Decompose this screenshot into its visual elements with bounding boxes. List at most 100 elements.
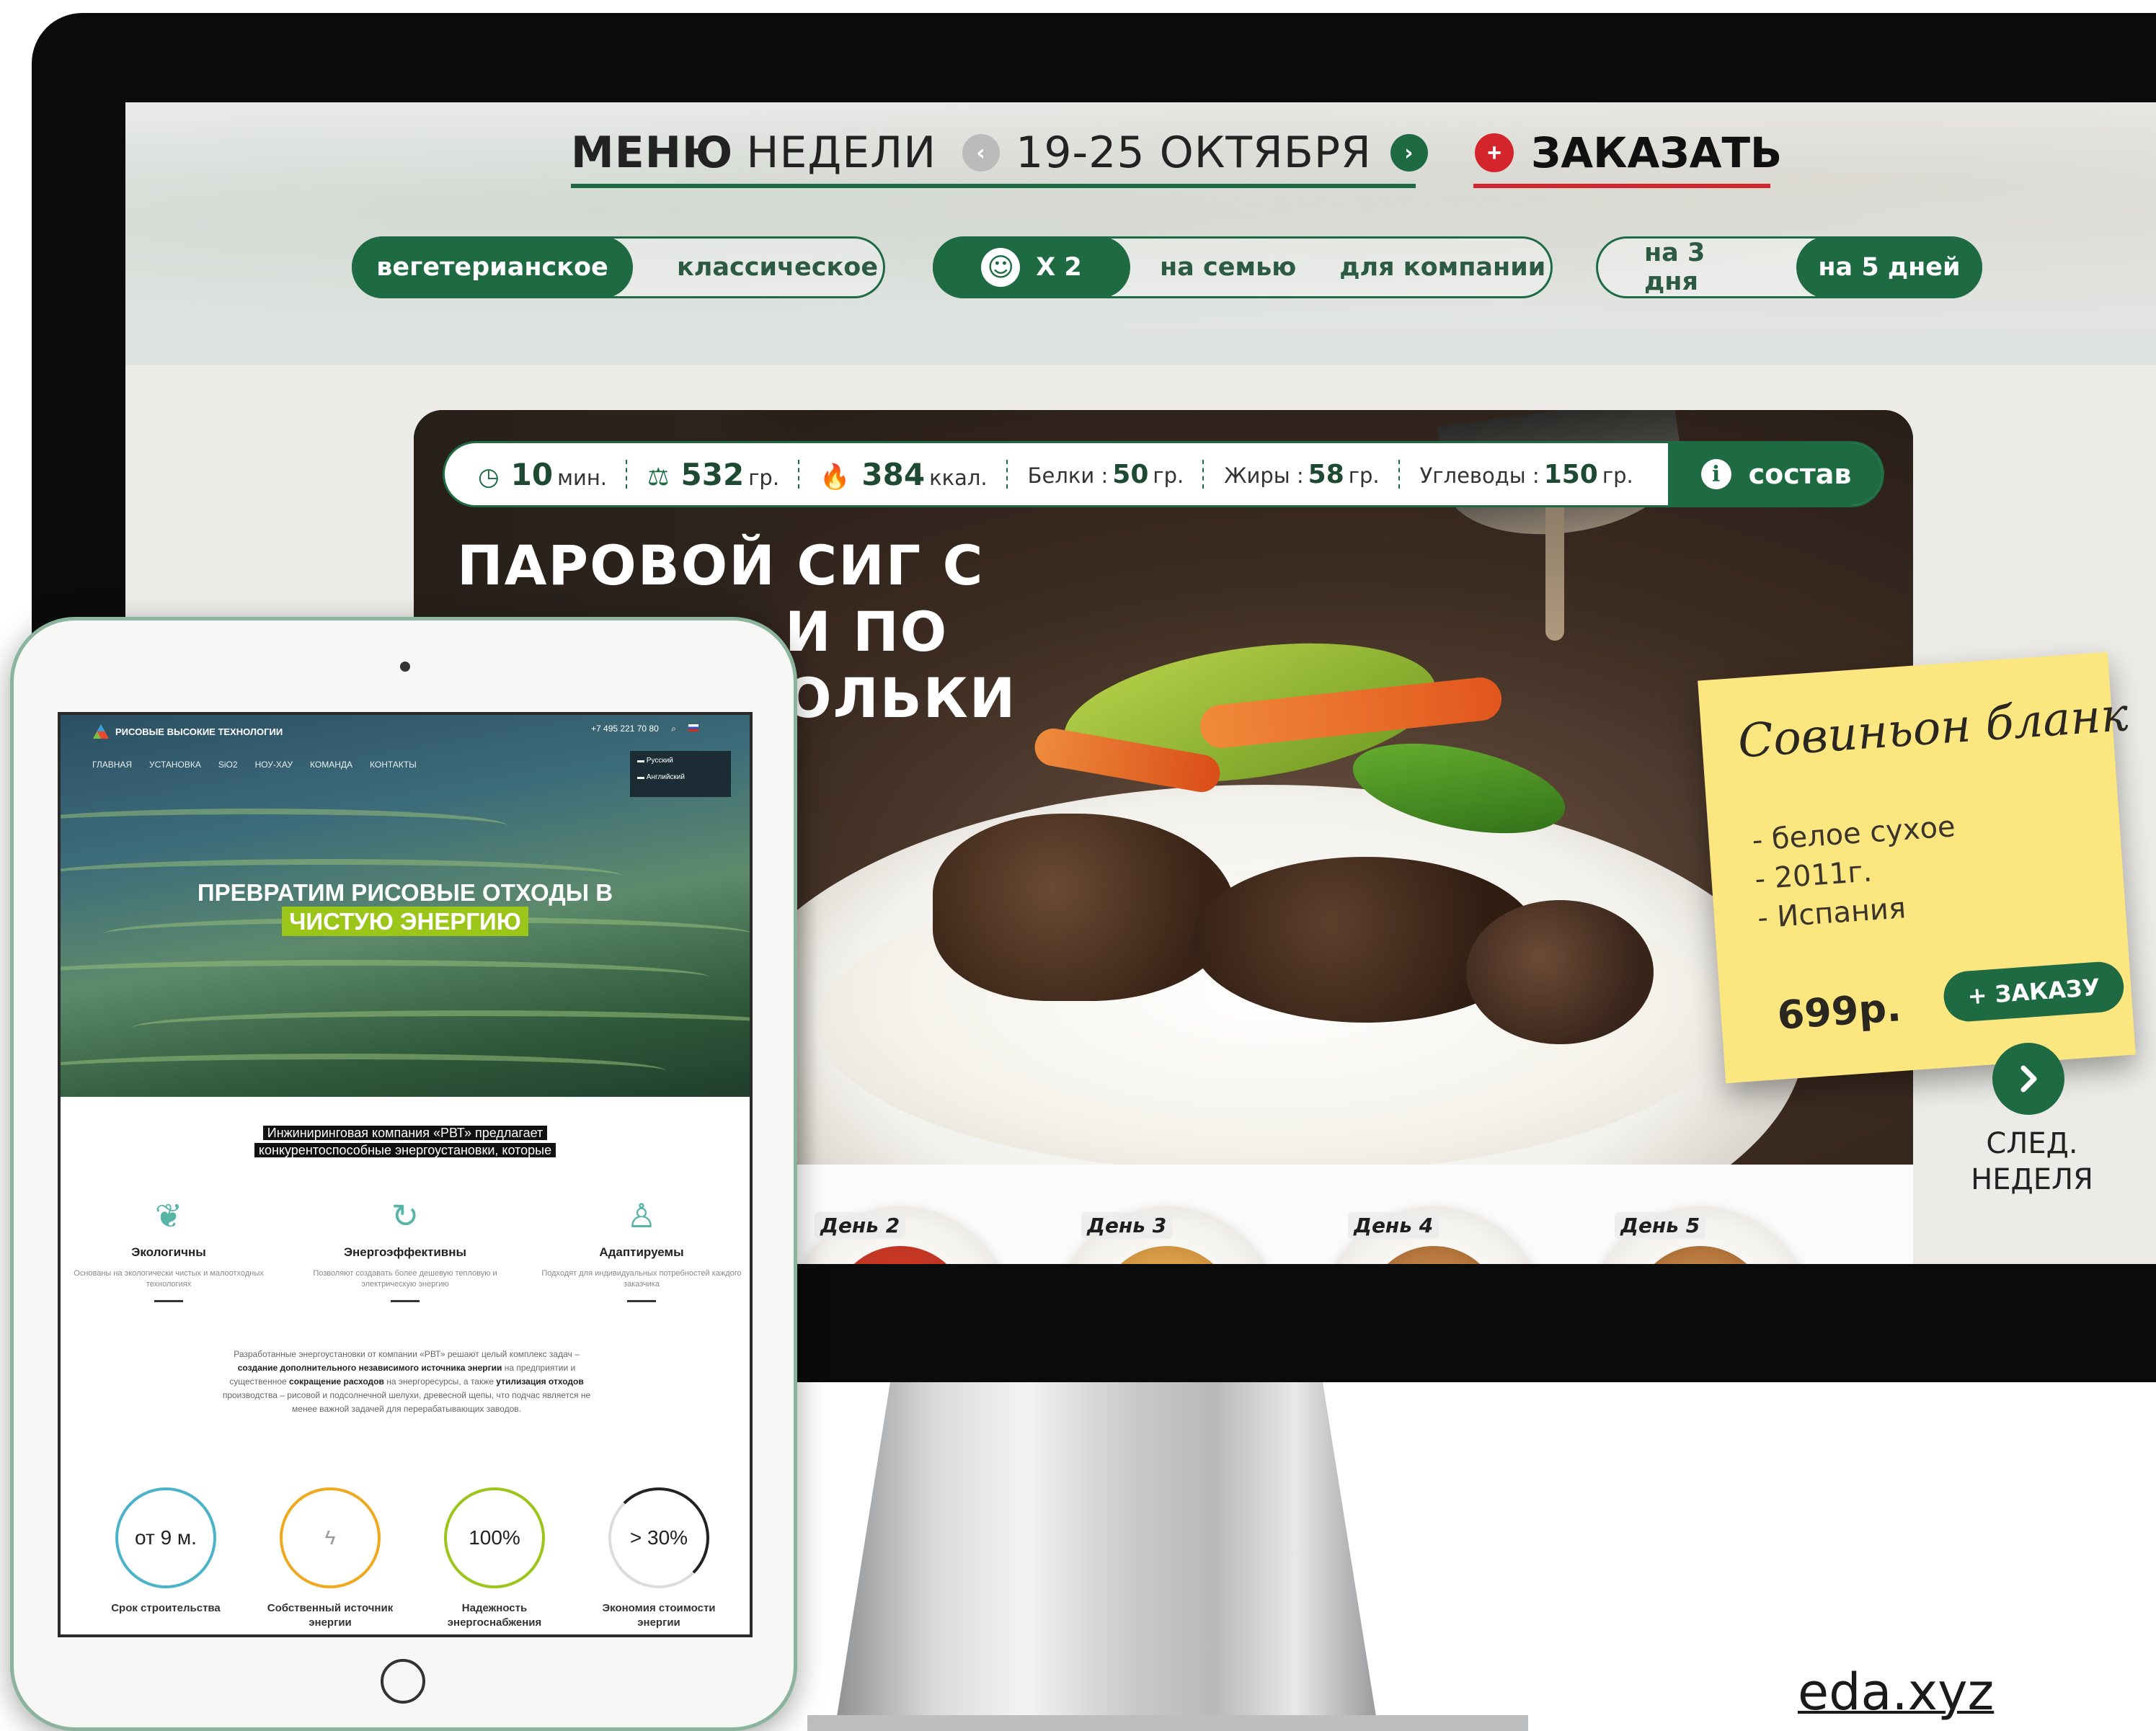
para-bold: создание дополнительного независимого ис… [237,1363,502,1373]
feature-title: Экологичны [131,1245,206,1259]
monitor-stand-base [807,1715,1528,1731]
dish-title-line: ПАРОВОЙ СИГ С [457,533,985,597]
portions-company[interactable]: для компании [1339,253,1545,282]
company-logo[interactable]: РИСОВЫЕ ВЫСОКИЕ ТЕХНОЛОГИИ [92,724,283,739]
plus-icon: + [1475,133,1514,172]
date-range: 19-25 ОКТЯБРЯ [1016,128,1372,178]
monitor-stand [836,1382,1377,1721]
divider [1398,460,1401,489]
divider [798,460,801,489]
feature-divider [391,1300,420,1302]
nav-item[interactable]: ГЛАВНАЯ [92,760,132,770]
feature-adaptive: ♙ Адаптируемы Подходят для индивидуальны… [533,1196,750,1302]
feature-divider [154,1300,183,1302]
carbs-label: Углеводы : [1419,463,1540,488]
week-menu-title: МЕНЮ НЕДЕЛИ ‹ 19-25 ОКТЯБРЯ › [571,124,1428,182]
hero-highlight: ЧИСТУЮ ЭНЕРГИЮ [61,907,750,936]
next-week-label[interactable]: СЛЕД. НЕДЕЛЯ [1942,1126,2122,1198]
stat-ring: > 30% [608,1487,709,1588]
weight-value: 532 [680,456,745,492]
order-label[interactable]: ЗАКАЗАТЬ [1531,124,1782,182]
clock-icon: ◷ [478,462,500,491]
nav-item[interactable]: НОУ-ХАУ [255,760,293,770]
lang-label: Английский [646,773,685,781]
menu-title-underline [571,184,1416,188]
intro-text: Инжиниринговая компания «РВТ» предлагает… [61,1124,750,1159]
composition-label: состав [1748,458,1852,490]
protein-value: 50 [1112,459,1149,489]
company-name: РИСОВЫЕ ВЫСОКИЕ ТЕХНОЛОГИИ [115,726,283,737]
fat-unit: гр. [1348,463,1380,488]
description-paragraph: Разработанные энергоустановки от компани… [219,1348,594,1416]
dish-meat [1466,900,1654,1044]
wine-name: Совиньон бланк [1736,688,2130,769]
duration-3-days[interactable]: на 3 дня [1644,239,1762,296]
nav-item[interactable]: КОНТАКТЫ [370,760,417,770]
order-button[interactable]: + [1475,133,1514,172]
hero-highlight-text: ЧИСТУЮ ЭНЕРГИЮ [282,907,528,936]
phone-number[interactable]: +7 495 221 70 80 ⌕ [591,724,699,734]
lang-option-en[interactable]: ▬ Английский [630,769,731,786]
nav-item[interactable]: КОМАНДА [310,760,352,770]
dish-fat: Жиры : 58 гр. [1224,460,1379,489]
weight-unit: гр. [748,465,780,490]
chevron-right-icon: › [1404,140,1414,166]
recycle-icon: ↻ [391,1197,420,1234]
flag-ru-icon[interactable] [688,724,699,731]
diet-toggle: вегетерианское классическое [352,236,885,298]
feature-title: Адаптируемы [599,1245,684,1259]
portions-family[interactable]: на семью [1160,253,1296,282]
diet-vegetarian[interactable]: вегетерианское [352,236,633,298]
duration-toggle: на 3 дня на 5 дней [1596,236,1982,298]
prev-week-button[interactable]: ‹ [962,134,1001,172]
lang-label: Русский [646,757,673,765]
feature-eco: ❦ Экологичны Основаны на экологически чи… [61,1196,277,1302]
para-bold: утилизация отходов [496,1376,584,1387]
next-week-small-button[interactable]: › [1390,134,1428,172]
portions-x2[interactable]: ☺ X 2 [933,236,1130,298]
add-wine-button[interactable]: + ЗАКАЗУ [1942,960,2126,1023]
divider [626,460,629,489]
stat-caption: Срок строительства [111,1602,221,1614]
protein-label: Белки : [1027,463,1109,488]
next-week-line: СЛЕД. [1986,1127,2078,1160]
carbs-value: 150 [1543,459,1598,489]
portions-toggle: ☺ X 2 на семью для компании [933,236,1553,298]
flame-icon: 🔥 [820,462,851,491]
day-label: День 4 [1348,1212,1439,1239]
chevron-left-icon: ‹ [976,140,986,166]
portions-x2-label: X 2 [1036,253,1082,282]
nav-item[interactable]: УСТАНОВКА [149,760,201,770]
para-text: производства – рисовой и подсолнечной ше… [222,1390,591,1414]
feature-efficient: ↻ Энергоэффективны Позволяют создавать б… [297,1196,513,1302]
person-icon: ♙ [626,1197,657,1234]
stat-value: 100% [469,1526,520,1549]
dish-calories: 🔥 384 ккал. [820,457,988,492]
composition-button[interactable]: i состав [1668,443,1882,505]
fat-value: 58 [1308,459,1344,489]
triangle-logo-icon [93,724,109,739]
hero-title: ПРЕВРАТИМ РИСОВЫЕ ОТХОДЫ В [197,879,613,906]
sauce-drip [1545,497,1564,641]
tablet-nav: ГЛАВНАЯ УСТАНОВКА SiO2 НОУ-ХАУ КОМАНДА К… [92,760,434,770]
plant-hand-icon: ❦ [154,1197,183,1234]
order-underline [1473,184,1770,188]
para-text: на энергоресурсы, а также [386,1376,494,1387]
nutrition-bar: ◷ 10 мин. ⚖ 532 гр. 🔥 384 ккал. Белки : … [443,441,1884,507]
diet-classic[interactable]: классическое [677,253,878,282]
stat-caption: Экономия стоимости энергии [602,1602,716,1629]
nav-item[interactable]: SiO2 [218,760,238,770]
stat-value: от 9 м. [135,1526,197,1549]
next-week-button[interactable] [1992,1043,2064,1115]
prep-time-unit: мин. [557,465,608,490]
stat-caption: Надежность энергоснабжения [447,1602,542,1629]
search-icon[interactable]: ⌕ [671,724,676,734]
tablet-home-button[interactable] [381,1659,425,1704]
duration-5-days[interactable]: на 5 дней [1796,236,1982,298]
day-label: День 2 [815,1212,906,1239]
site-url[interactable]: eda.xyz [1798,1663,1994,1722]
day-label: День 5 [1615,1212,1706,1239]
lang-option-ru[interactable]: ▬ Русский [630,751,731,769]
stat-savings: > 30% Экономия стоимости энергии [594,1487,724,1630]
prep-time: ◷ 10 мин. [478,457,607,492]
